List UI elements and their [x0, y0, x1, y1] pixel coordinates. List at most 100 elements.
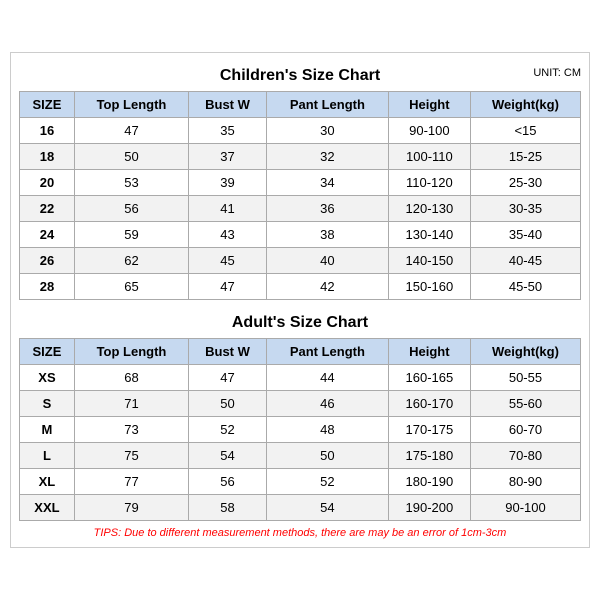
children-table-body: 1647353090-100<1518503732100-11015-25205…: [20, 118, 581, 300]
table-cell: XXL: [20, 495, 75, 521]
table-cell: 130-140: [388, 222, 470, 248]
table-cell: 46: [266, 391, 388, 417]
chart-container: Children's Size Chart UNIT: CM SIZE Top …: [10, 52, 590, 548]
table-cell: 175-180: [388, 443, 470, 469]
table-row: 24594338130-14035-40: [20, 222, 581, 248]
table-cell: 80-90: [470, 469, 580, 495]
adult-header-row: SIZE Top Length Bust W Pant Length Heigh…: [20, 339, 581, 365]
table-cell: 35: [189, 118, 267, 144]
adult-col-pant-length: Pant Length: [266, 339, 388, 365]
table-cell: 45-50: [470, 274, 580, 300]
table-cell: 56: [189, 469, 267, 495]
table-row: S715046160-17055-60: [20, 391, 581, 417]
table-cell: S: [20, 391, 75, 417]
adult-col-height: Height: [388, 339, 470, 365]
table-row: 1647353090-100<15: [20, 118, 581, 144]
table-cell: 150-160: [388, 274, 470, 300]
table-cell: 120-130: [388, 196, 470, 222]
table-cell: 53: [74, 170, 188, 196]
table-cell: 65: [74, 274, 188, 300]
children-col-size: SIZE: [20, 92, 75, 118]
table-cell: 90-100: [470, 495, 580, 521]
table-cell: 32: [266, 144, 388, 170]
adult-table-body: XS684744160-16550-55S715046160-17055-60M…: [20, 365, 581, 521]
table-cell: 42: [266, 274, 388, 300]
table-cell: 160-165: [388, 365, 470, 391]
table-cell: 20: [20, 170, 75, 196]
table-cell: 50: [74, 144, 188, 170]
table-cell: 43: [189, 222, 267, 248]
table-cell: 77: [74, 469, 188, 495]
table-cell: 37: [189, 144, 267, 170]
table-cell: 180-190: [388, 469, 470, 495]
adult-title-text: Adult's Size Chart: [232, 314, 368, 331]
children-col-height: Height: [388, 92, 470, 118]
children-section-title: Children's Size Chart UNIT: CM: [19, 61, 581, 87]
table-cell: 54: [189, 443, 267, 469]
table-cell: 71: [74, 391, 188, 417]
table-cell: <15: [470, 118, 580, 144]
adult-table: SIZE Top Length Bust W Pant Length Heigh…: [19, 338, 581, 521]
table-row: 28654742150-16045-50: [20, 274, 581, 300]
table-cell: 140-150: [388, 248, 470, 274]
table-cell: 68: [74, 365, 188, 391]
table-cell: 38: [266, 222, 388, 248]
table-cell: 50: [266, 443, 388, 469]
table-cell: 26: [20, 248, 75, 274]
table-cell: 15-25: [470, 144, 580, 170]
table-cell: 35-40: [470, 222, 580, 248]
table-cell: 36: [266, 196, 388, 222]
children-col-bust-w: Bust W: [189, 92, 267, 118]
table-cell: 50-55: [470, 365, 580, 391]
table-row: L755450175-18070-80: [20, 443, 581, 469]
table-cell: 73: [74, 417, 188, 443]
table-cell: 62: [74, 248, 188, 274]
table-cell: 70-80: [470, 443, 580, 469]
children-title-text: Children's Size Chart: [220, 67, 380, 84]
table-cell: 24: [20, 222, 75, 248]
table-cell: 28: [20, 274, 75, 300]
table-cell: 30-35: [470, 196, 580, 222]
children-col-weight: Weight(kg): [470, 92, 580, 118]
table-cell: 100-110: [388, 144, 470, 170]
table-cell: 50: [189, 391, 267, 417]
table-cell: 39: [189, 170, 267, 196]
table-cell: 40-45: [470, 248, 580, 274]
table-cell: M: [20, 417, 75, 443]
table-cell: 41: [189, 196, 267, 222]
table-row: 22564136120-13030-35: [20, 196, 581, 222]
table-cell: 54: [266, 495, 388, 521]
table-cell: 44: [266, 365, 388, 391]
table-cell: 18: [20, 144, 75, 170]
table-row: XS684744160-16550-55: [20, 365, 581, 391]
table-cell: 47: [189, 274, 267, 300]
table-cell: 47: [189, 365, 267, 391]
children-table: SIZE Top Length Bust W Pant Length Heigh…: [19, 91, 581, 300]
adult-section-title: Adult's Size Chart: [19, 308, 581, 334]
adult-col-top-length: Top Length: [74, 339, 188, 365]
table-cell: 47: [74, 118, 188, 144]
table-cell: XS: [20, 365, 75, 391]
table-cell: 75: [74, 443, 188, 469]
table-cell: 55-60: [470, 391, 580, 417]
table-cell: 170-175: [388, 417, 470, 443]
table-cell: 90-100: [388, 118, 470, 144]
children-table-header: SIZE Top Length Bust W Pant Length Heigh…: [20, 92, 581, 118]
table-cell: 16: [20, 118, 75, 144]
adult-table-header: SIZE Top Length Bust W Pant Length Heigh…: [20, 339, 581, 365]
table-row: XXL795854190-20090-100: [20, 495, 581, 521]
children-col-top-length: Top Length: [74, 92, 188, 118]
tips-text: TIPS: Due to different measurement metho…: [19, 527, 581, 539]
table-cell: 60-70: [470, 417, 580, 443]
table-cell: 56: [74, 196, 188, 222]
children-col-pant-length: Pant Length: [266, 92, 388, 118]
table-cell: 22: [20, 196, 75, 222]
table-cell: 34: [266, 170, 388, 196]
table-row: 26624540140-15040-45: [20, 248, 581, 274]
table-row: 18503732100-11015-25: [20, 144, 581, 170]
table-cell: 40: [266, 248, 388, 274]
table-cell: 52: [266, 469, 388, 495]
table-row: M735248170-17560-70: [20, 417, 581, 443]
table-cell: 59: [74, 222, 188, 248]
table-cell: 58: [189, 495, 267, 521]
